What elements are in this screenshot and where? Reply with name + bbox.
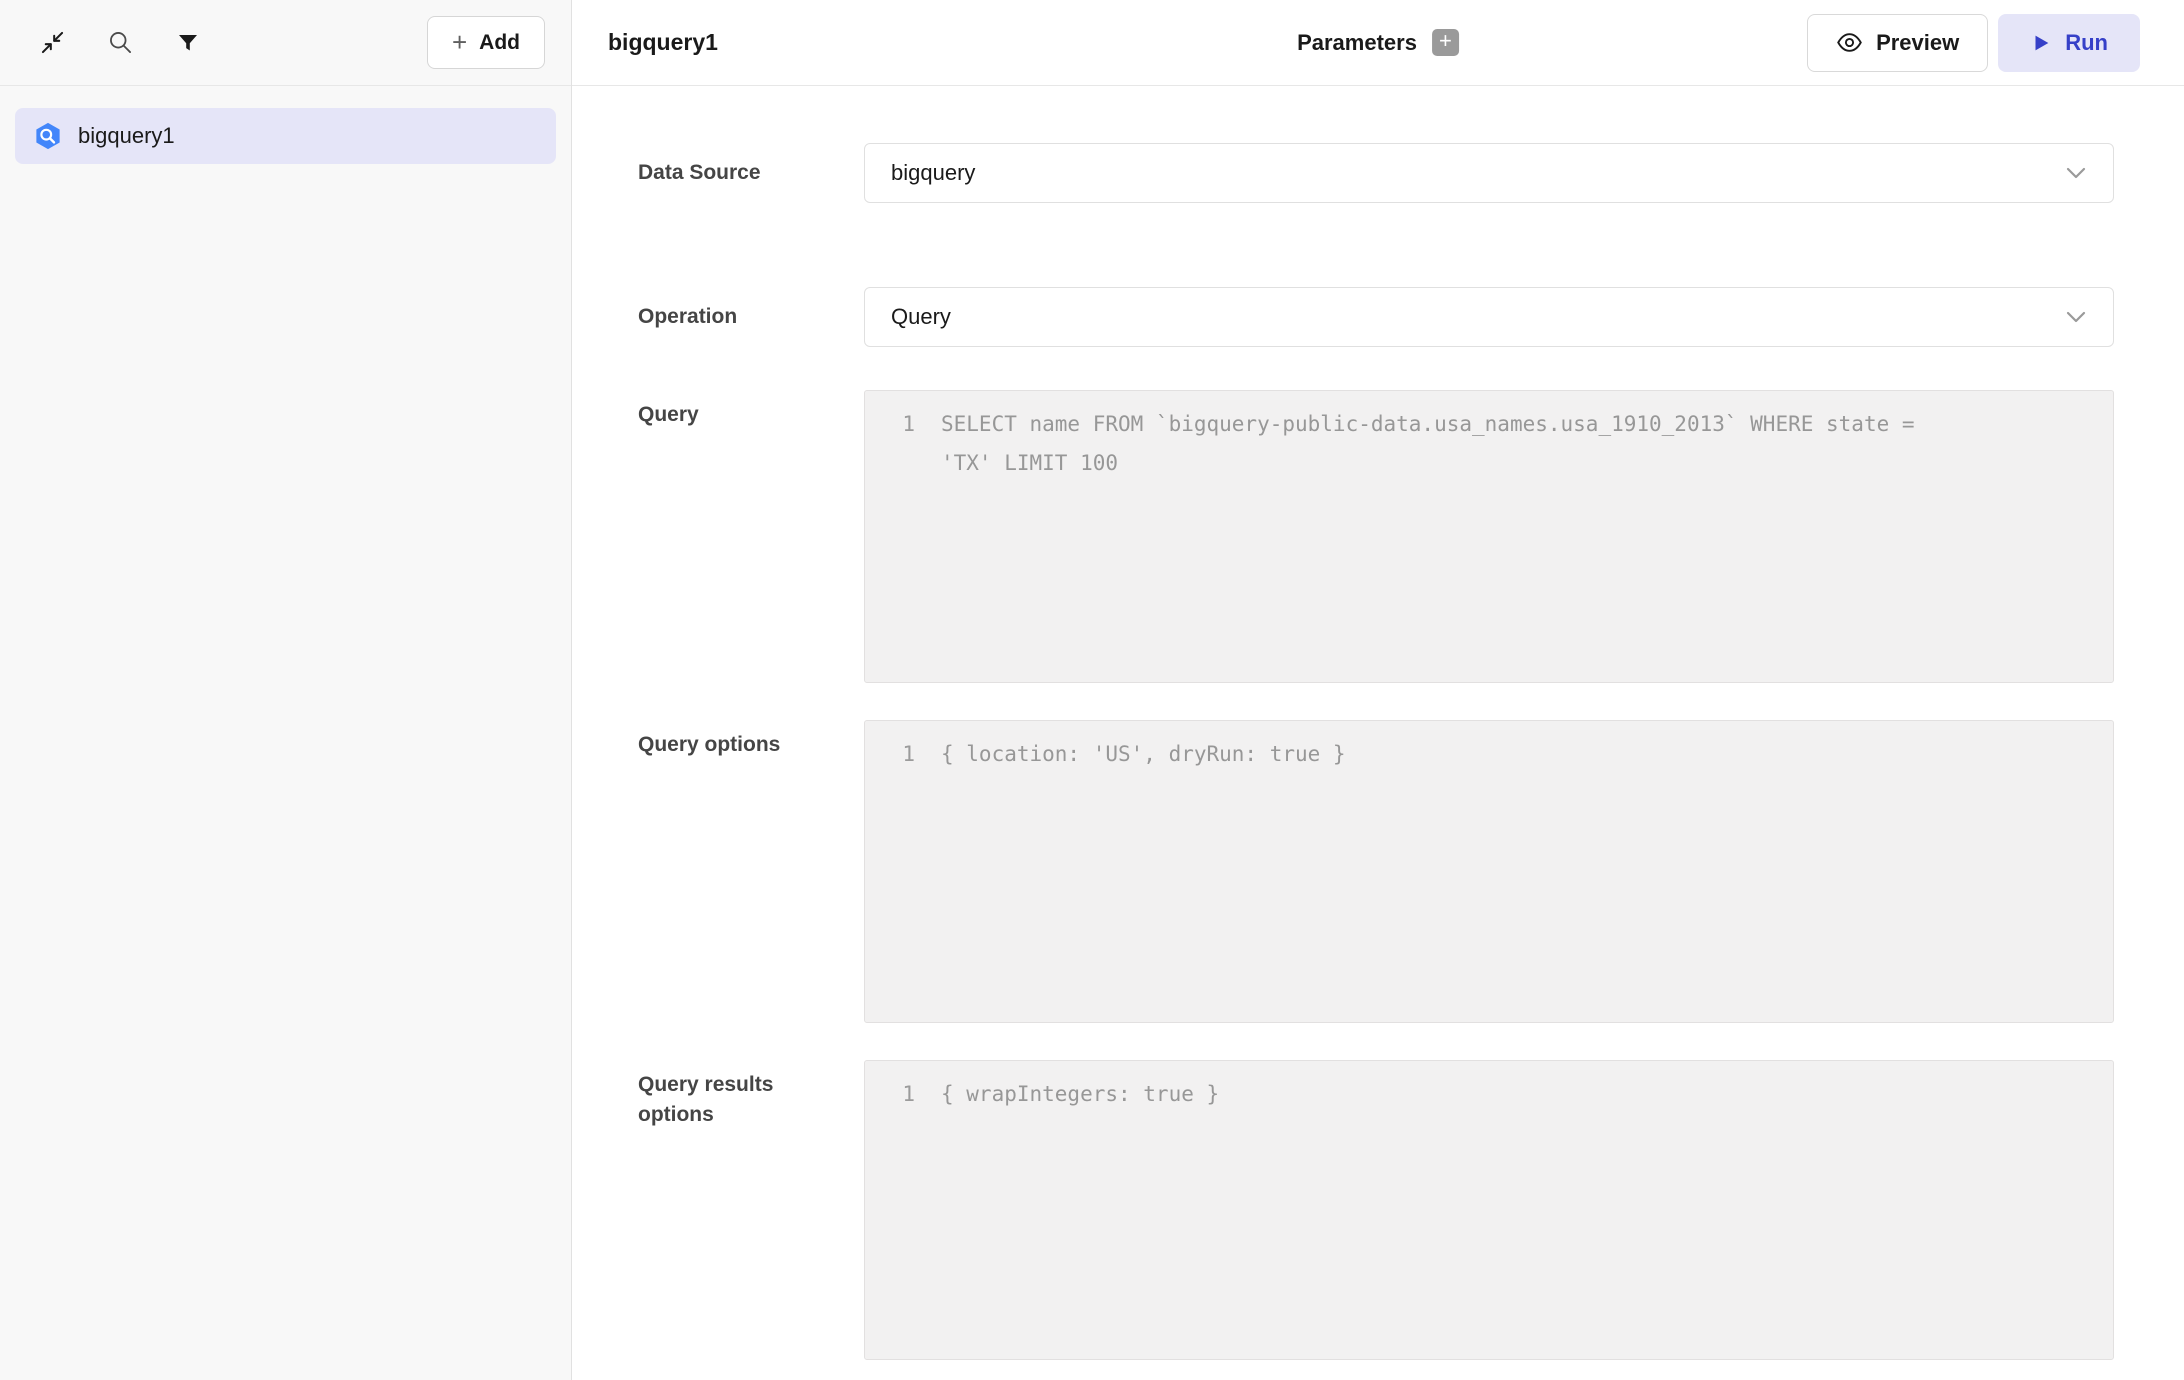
play-icon <box>2030 32 2052 54</box>
field-label: Query results options <box>638 1060 864 1360</box>
preview-button-label: Preview <box>1876 30 1959 56</box>
chevron-down-icon <box>2065 166 2087 180</box>
search-icon <box>107 29 134 56</box>
filter-icon <box>176 31 200 55</box>
field-label: Query options <box>638 720 864 1023</box>
selected-value: bigquery <box>891 160 2065 186</box>
data-source-select[interactable]: bigquery <box>864 143 2114 203</box>
sidebar-item-label: bigquery1 <box>78 123 175 149</box>
field-label: Operation <box>638 302 864 332</box>
add-button-label: Add <box>479 31 520 55</box>
sidebar-item-bigquery1[interactable]: bigquery1 <box>15 108 556 164</box>
line-number: 1 <box>885 735 915 774</box>
header-actions: Preview Run <box>1807 14 2140 72</box>
parameters-section: Parameters + <box>1297 29 1459 56</box>
query-options-code-editor[interactable]: 1 { location: 'US', dryRun: true } <box>864 720 2114 1023</box>
field-row-operation: Operation Query <box>638 287 2114 347</box>
add-parameter-button[interactable]: + <box>1432 29 1459 56</box>
preview-button[interactable]: Preview <box>1807 14 1988 72</box>
field-row-query-results-options: Query results options 1 { wrapIntegers: … <box>638 1060 2114 1360</box>
filter-button[interactable] <box>166 21 210 65</box>
field-row-data-source: Data Source bigquery <box>638 143 2114 203</box>
main-header: bigquery1 Parameters + Preview <box>572 0 2184 86</box>
bigquery-icon <box>33 121 63 151</box>
query-form: Data Source bigquery Operation Query <box>572 86 2184 1380</box>
parameters-label: Parameters <box>1297 30 1417 56</box>
sidebar-toolbar: + Add <box>0 0 571 86</box>
selected-value: Query <box>891 304 2065 330</box>
run-button-label: Run <box>2065 30 2108 56</box>
chevron-down-icon <box>2065 310 2087 324</box>
run-button[interactable]: Run <box>1998 14 2140 72</box>
code-placeholder: SELECT name FROM `bigquery-public-data.u… <box>941 405 1941 483</box>
line-number: 1 <box>885 1075 915 1114</box>
operation-select[interactable]: Query <box>864 287 2114 347</box>
collapse-icon <box>39 29 66 56</box>
code-placeholder: { wrapIntegers: true } <box>941 1075 1219 1114</box>
query-list: bigquery1 <box>0 86 571 186</box>
code-placeholder: { location: 'US', dryRun: true } <box>941 735 1346 774</box>
field-label: Data Source <box>638 158 864 188</box>
add-query-button[interactable]: + Add <box>427 16 545 69</box>
field-label: Query <box>638 390 864 683</box>
sidebar: + Add bigquery1 <box>0 0 572 1380</box>
eye-icon <box>1836 29 1863 56</box>
collapse-sidebar-button[interactable] <box>30 21 74 65</box>
query-results-options-code-editor[interactable]: 1 { wrapIntegers: true } <box>864 1060 2114 1360</box>
query-code-editor[interactable]: 1 SELECT name FROM `bigquery-public-data… <box>864 390 2114 683</box>
main-panel: bigquery1 Parameters + Preview <box>572 0 2184 1380</box>
field-row-query: Query 1 SELECT name FROM `bigquery-publi… <box>638 390 2114 683</box>
search-button[interactable] <box>98 21 142 65</box>
page-title: bigquery1 <box>608 29 718 56</box>
field-row-query-options: Query options 1 { location: 'US', dryRun… <box>638 720 2114 1023</box>
plus-icon: + <box>452 29 467 55</box>
line-number: 1 <box>885 405 915 483</box>
